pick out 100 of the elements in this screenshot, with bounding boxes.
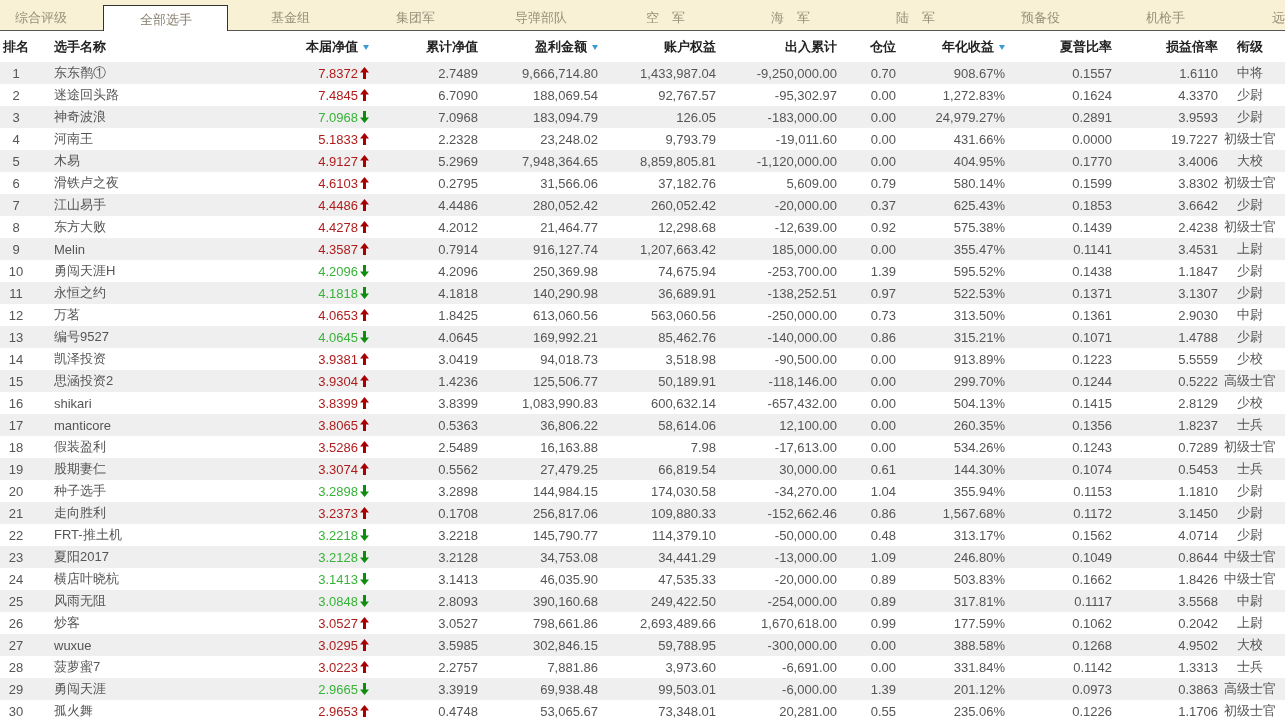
table-cell: 股期妻仁 — [54, 460, 106, 478]
column-header: 累计净值 — [426, 37, 478, 56]
table-cell: 14 — [8, 351, 24, 367]
table-cell: 625.43% — [953, 197, 1005, 213]
table-cell: 中级士官 — [1223, 548, 1276, 566]
table-cell: 355.47% — [953, 241, 1005, 257]
tab[interactable]: 基金组 — [228, 5, 353, 30]
table-cell: 0.1142 — [1073, 659, 1112, 675]
table-cell: 0.1361 — [1072, 307, 1112, 323]
table-cell: 3.1413 — [438, 571, 478, 587]
table-cell: 30 — [8, 703, 24, 719]
table-cell: 0.1356 — [1072, 417, 1112, 433]
table-cell: 0.70 — [870, 65, 896, 81]
sort-icon[interactable] — [363, 45, 369, 50]
table-cell: 144,984.15 — [532, 483, 598, 499]
table-cell: 16,163.88 — [540, 439, 598, 455]
table-cell: 250,369.98 — [532, 263, 598, 279]
table-cell: 85,462.76 — [658, 329, 716, 345]
table-cell: 少尉 — [1236, 196, 1263, 214]
sort-icon[interactable] — [999, 45, 1005, 50]
table-cell: -20,000.00 — [774, 571, 837, 587]
column-header[interactable]: 盈利金额 — [535, 37, 587, 56]
table-cell: 大校 — [1236, 636, 1263, 654]
table-cell: 15 — [8, 373, 24, 389]
tab[interactable]: 集团军 — [353, 5, 478, 30]
tab[interactable]: 全部选手 — [103, 5, 228, 31]
table-cell: -12,639.00 — [774, 219, 837, 235]
table-cell: 3.8302 — [1178, 175, 1218, 191]
table-cell: 2.2328 — [438, 131, 478, 147]
table-cell: 0.1244 — [1072, 373, 1112, 389]
net-value: 4.6103 — [318, 175, 358, 191]
table-cell: 菠萝蜜7 — [54, 658, 101, 676]
table-cell: 913.89% — [953, 351, 1005, 367]
table-cell: 上尉 — [1236, 240, 1263, 258]
column-header[interactable]: 年化收益 — [942, 37, 994, 56]
table-cell: -13,000.00 — [774, 549, 837, 565]
net-value: 4.2096 — [318, 263, 358, 279]
table-cell: 36,689.91 — [658, 285, 716, 301]
table-cell: 0.1708 — [438, 505, 478, 521]
table-cell: 初级士官 — [1223, 174, 1276, 192]
table-cell: 563,060.56 — [650, 307, 716, 323]
table-cell: 0.1153 — [1073, 483, 1112, 499]
tab[interactable]: 机枪手 — [1103, 5, 1228, 30]
table-cell: 4.2096 — [438, 263, 478, 279]
table-cell: 1.8425 — [438, 307, 478, 323]
table-cell: 302,846.15 — [532, 637, 598, 653]
table-cell: 3,518.98 — [665, 351, 716, 367]
table-cell: 388.58% — [953, 637, 1005, 653]
table-cell: 908.67% — [953, 65, 1005, 81]
table-cell: 0.00 — [870, 109, 896, 125]
table-cell: 0.99 — [870, 615, 896, 631]
tab[interactable]: 远 — [1228, 5, 1285, 30]
table-cell: 炒客 — [54, 614, 80, 632]
table-cell: -254,000.00 — [767, 593, 837, 609]
table-cell: 145,790.77 — [532, 527, 598, 543]
table-cell: 0.5453 — [1178, 461, 1218, 477]
table-cell: 1,207,663.42 — [640, 241, 716, 257]
table-cell: 江山易手 — [54, 196, 106, 214]
table-cell: 249,422.50 — [650, 593, 716, 609]
sort-icon[interactable] — [592, 45, 598, 50]
table-cell: 0.1557 — [1072, 65, 1112, 81]
table-cell: 1.09 — [870, 549, 896, 565]
table-cell: 600,632.14 — [650, 395, 716, 411]
table-cell: 0.48 — [870, 527, 896, 543]
tab[interactable]: 海 军 — [728, 5, 853, 30]
table-cell: 522.53% — [953, 285, 1005, 301]
table-cell: 0.4748 — [438, 703, 478, 719]
table-cell: 少尉 — [1236, 526, 1263, 544]
table-cell: 0.5562 — [438, 461, 478, 477]
tab[interactable]: 预备役 — [978, 5, 1103, 30]
table-cell: 24 — [8, 571, 24, 587]
column-header: 选手名称 — [54, 37, 106, 56]
table-cell: 3.2898 — [438, 483, 478, 499]
table-cell: 534.26% — [953, 439, 1005, 455]
column-header: 衔级 — [1236, 37, 1263, 56]
tab[interactable]: 空 军 — [603, 5, 728, 30]
table-cell: 0.00 — [870, 241, 896, 257]
net-value: 2.9653 — [318, 703, 358, 719]
column-header[interactable]: 本届净值 — [306, 37, 358, 56]
net-value: 4.3587 — [318, 241, 358, 257]
net-value: 3.2898 — [318, 483, 358, 499]
table-cell: 21 — [8, 505, 24, 521]
table-cell: 3.0527 — [438, 615, 478, 631]
tab[interactable]: 陆 军 — [853, 5, 978, 30]
table-cell: 中尉 — [1236, 592, 1263, 610]
table-cell: 201.12% — [953, 681, 1005, 697]
net-value: 7.8372 — [318, 65, 358, 81]
tab[interactable]: 综合评级 — [0, 5, 103, 30]
table-cell: 7 — [12, 197, 20, 213]
table-cell: 431.66% — [953, 131, 1005, 147]
net-value: 4.9127 — [318, 153, 358, 169]
table-cell: 1.6110 — [1179, 65, 1218, 81]
table-cell: 3.1450 — [1178, 505, 1218, 521]
table-cell: 3,973.60 — [665, 659, 716, 675]
table-cell: 69,938.48 — [540, 681, 598, 697]
table-cell: 3.6642 — [1178, 197, 1218, 213]
table-cell: 27 — [8, 637, 24, 653]
tab[interactable]: 导弹部队 — [478, 5, 603, 30]
table-cell: -250,000.00 — [767, 307, 837, 323]
table-cell: 凯泽投资 — [54, 350, 106, 368]
